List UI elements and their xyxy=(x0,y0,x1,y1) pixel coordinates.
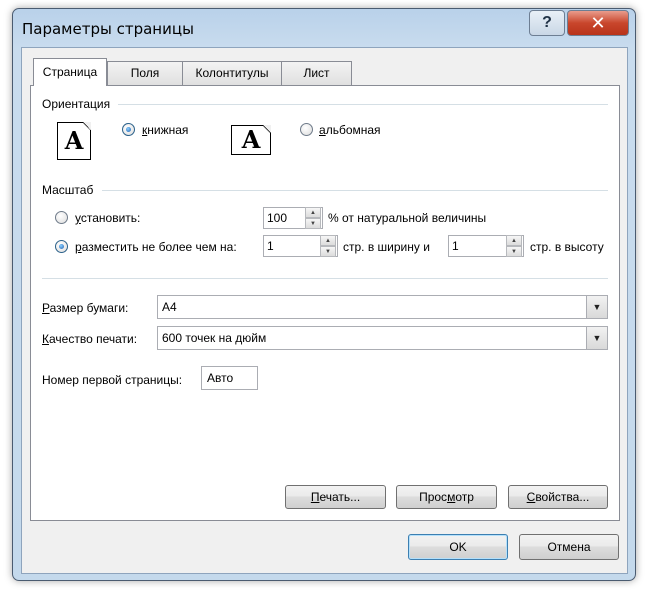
dialog-title: Параметры страницы xyxy=(22,20,194,38)
help-icon: ? xyxy=(542,14,552,31)
spin-down-icon[interactable]: ▼ xyxy=(506,246,522,257)
tab-header-footer[interactable]: Колонтитулы xyxy=(182,61,282,85)
tab-page[interactable]: Страница xyxy=(33,58,107,86)
portrait-icon-letter: A xyxy=(64,126,84,155)
paper-separator xyxy=(42,278,608,279)
tab-sheet[interactable]: Лист xyxy=(281,61,352,85)
radio-dot-icon xyxy=(126,127,131,132)
chevron-down-icon[interactable]: ▼ xyxy=(586,327,607,349)
spin-up-icon[interactable]: ▲ xyxy=(320,235,336,246)
portrait-label[interactable]: книжная xyxy=(142,123,188,137)
scale-percent-suffix: % от натуральной величины xyxy=(328,211,487,225)
spin-up-icon[interactable]: ▲ xyxy=(506,235,522,246)
tab-margins[interactable]: Поля xyxy=(107,61,183,85)
close-button[interactable]: ✕ xyxy=(567,10,629,36)
close-icon: ✕ xyxy=(590,12,606,34)
fit-to-radio[interactable] xyxy=(55,240,68,253)
first-page-number-label: Номер первой страницы: xyxy=(42,373,183,387)
ok-button[interactable]: OK xyxy=(408,534,508,560)
adjust-to-radio[interactable] xyxy=(55,211,68,224)
scale-section-label: Масштаб xyxy=(42,183,94,197)
fit-to-label[interactable]: разместить не более чем на: xyxy=(75,240,237,254)
landscape-radio[interactable] xyxy=(300,123,313,136)
print-button[interactable]: Печать... xyxy=(285,485,386,509)
landscape-icon-letter: A xyxy=(241,125,261,154)
print-quality-select[interactable]: 600 точек на дюйм ▼ xyxy=(157,326,608,350)
fit-pages-tall-spinner[interactable]: ▲ ▼ xyxy=(506,235,522,257)
spin-down-icon[interactable]: ▼ xyxy=(320,246,336,257)
help-button[interactable]: ? xyxy=(529,10,565,36)
print-preview-button[interactable]: Просмотр xyxy=(396,485,497,509)
paper-size-select[interactable]: A4 ▼ xyxy=(157,295,608,319)
scale-separator xyxy=(102,190,608,191)
radio-dot-icon xyxy=(59,244,64,249)
paper-size-value: A4 xyxy=(162,300,177,314)
landscape-label[interactable]: альбомная xyxy=(319,123,381,137)
portrait-radio[interactable] xyxy=(122,123,135,136)
scale-percent-spinner[interactable]: ▲ ▼ xyxy=(305,207,321,229)
chevron-down-icon[interactable]: ▼ xyxy=(586,296,607,318)
print-quality-value: 600 точек на дюйм xyxy=(162,331,267,345)
cancel-button[interactable]: Отмена xyxy=(519,534,619,560)
first-page-number-input[interactable]: Авто xyxy=(201,366,258,390)
fit-pages-tall-suffix: стр. в высоту xyxy=(530,240,604,254)
spin-up-icon[interactable]: ▲ xyxy=(305,207,321,218)
landscape-page-icon: A xyxy=(231,125,271,155)
fit-pages-wide-suffix: стр. в ширину и xyxy=(343,240,430,254)
page-fold-icon xyxy=(263,125,271,133)
adjust-to-label[interactable]: установить: xyxy=(75,211,140,225)
orientation-section-label: Ориентация xyxy=(42,97,111,111)
page-fold-icon xyxy=(83,122,91,130)
fit-pages-wide-spinner[interactable]: ▲ ▼ xyxy=(320,235,336,257)
print-quality-label: Качество печати: xyxy=(42,332,138,346)
orientation-separator xyxy=(118,104,608,105)
portrait-page-icon: A xyxy=(57,122,91,160)
options-button[interactable]: Свойства... xyxy=(508,485,608,509)
paper-size-label: Размер бумаги: xyxy=(42,301,129,315)
spin-down-icon[interactable]: ▼ xyxy=(305,218,321,229)
